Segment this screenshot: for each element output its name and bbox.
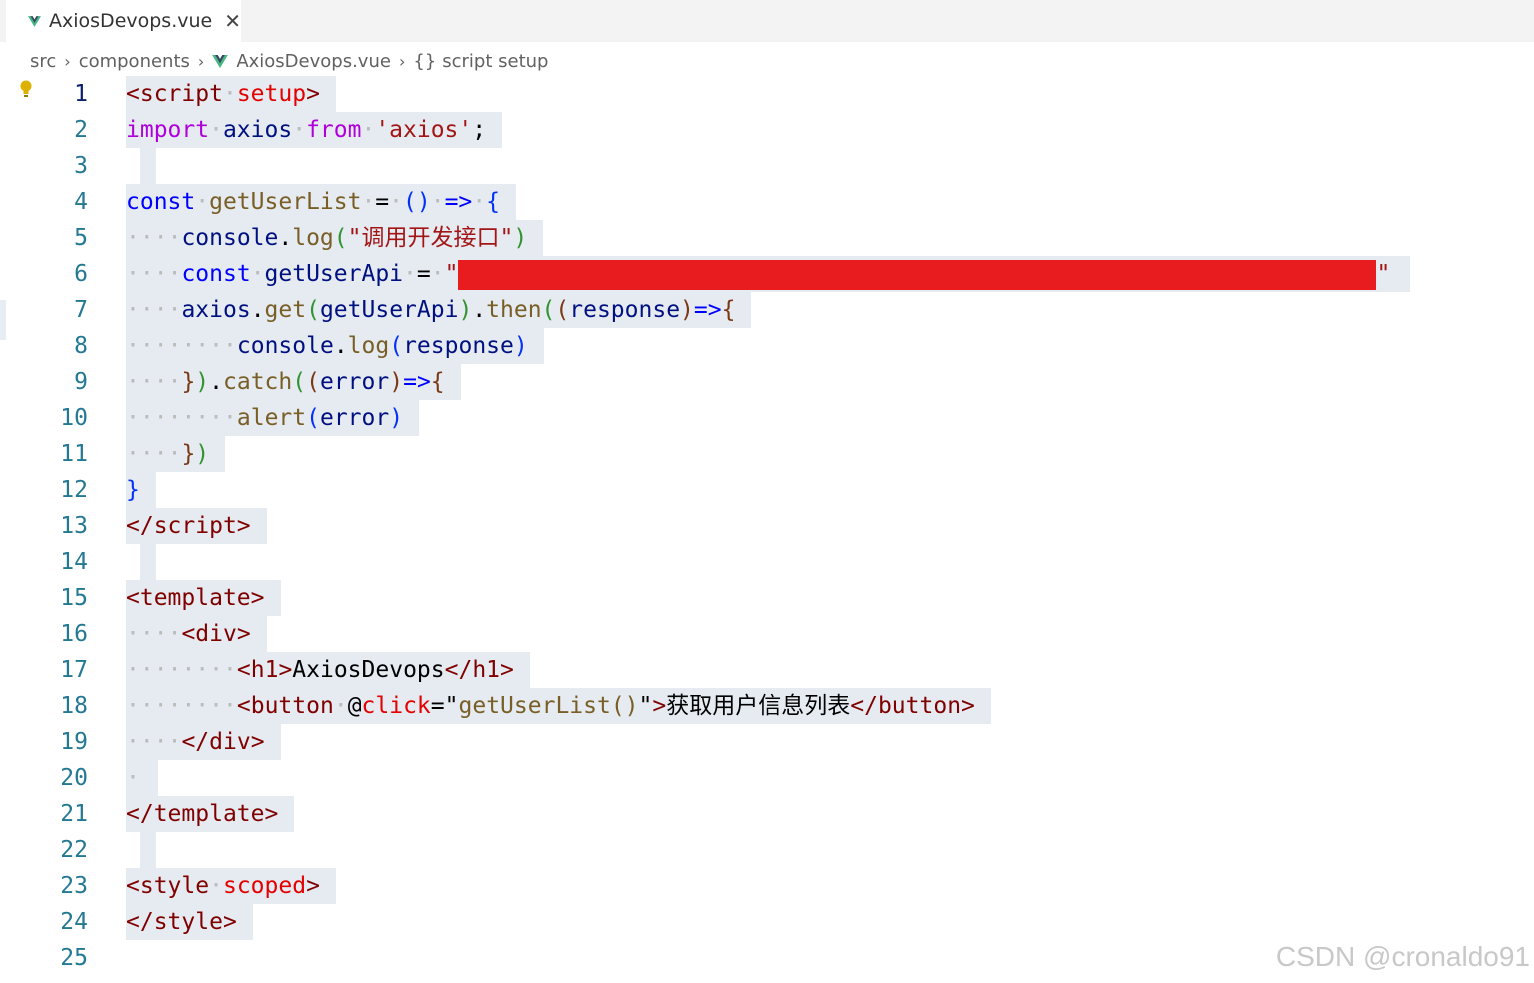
line-number: 6 [74,261,88,287]
code-text[interactable]: <script·setup> [126,76,336,112]
code-line: 1 <script·setup> [0,76,1534,112]
editor-tab-bar: AxiosDevops.vue ✕ [0,0,1534,42]
code-line: 15 <template> [0,580,1534,616]
code-text[interactable]: ········alert(error) [126,400,420,436]
line-number: 8 [74,333,88,359]
code-text[interactable]: import·axios·from·'axios'; [126,112,503,148]
code-text[interactable]: ····}) [126,436,226,472]
code-text[interactable]: <template> [126,580,281,616]
line-number: 3 [74,153,88,179]
code-line: 17 ········<h1>AxiosDevops</h1> [0,652,1534,688]
line-number: 20 [60,765,88,791]
code-line: 22 [0,832,1534,868]
line-number: 18 [60,693,88,719]
code-text[interactable]: const·getUserList·=·()·=>·{ [126,184,516,220]
line-number: 11 [60,441,88,467]
line-number: 17 [60,657,88,683]
code-line: 23 <style·scoped> [0,868,1534,904]
code-editor[interactable]: 1 <script·setup> 2 import·axios·from·'ax… [0,76,1534,983]
code-line: 4 const·getUserList·=·()·=>·{ [0,184,1534,220]
code-text[interactable] [140,832,156,868]
line-number: 5 [74,225,88,251]
code-text[interactable]: } [126,472,156,508]
code-line: 14 [0,544,1534,580]
braces-icon: {} [413,50,437,72]
line-number: 14 [60,549,88,575]
code-text[interactable] [140,148,156,184]
code-text[interactable]: </script> [126,508,267,544]
code-line: 10 ········alert(error) [0,400,1534,436]
line-number: 23 [60,873,88,899]
code-text[interactable]: ····<div> [126,616,267,652]
line-number: 4 [74,189,88,215]
line-number: 22 [60,837,88,863]
code-text[interactable]: ········<h1>AxiosDevops</h1> [126,652,530,688]
code-text[interactable]: ····</div> [126,724,281,760]
code-line: 2 import·axios·from·'axios'; [0,112,1534,148]
watermark: CSDN @cronaldo91 [1275,941,1530,972]
code-line: 20 · [0,760,1534,796]
code-line: 19 ····</div> [0,724,1534,760]
line-number: 13 [60,513,88,539]
line-number: 1 [74,81,88,107]
breadcrumb-src[interactable]: src [30,51,56,72]
code-line: 7 ····axios.get(getUserApi).then((respon… [0,292,1534,328]
code-line: 3 [0,148,1534,184]
code-line: 12 } [0,472,1534,508]
code-text[interactable]: ····console.log("调用开发接口") [126,220,544,256]
breadcrumb: src › components › AxiosDevops.vue › {} … [30,46,548,76]
line-number: 24 [60,909,88,935]
chevron-right-icon: › [398,51,406,71]
code-line: 11 ····}) [0,436,1534,472]
code-line: 5 ····console.log("调用开发接口") [0,220,1534,256]
line-number: 9 [74,369,88,395]
code-text[interactable]: · [126,760,158,796]
line-number: 12 [60,477,88,503]
tab-filename: AxiosDevops.vue [49,10,213,32]
line-number: 16 [60,621,88,647]
line-number: 25 [60,945,88,971]
code-line: 18 ········<button·@click="getUserList()… [0,688,1534,724]
chevron-right-icon: › [197,51,205,71]
code-text[interactable]: ········<button·@click="getUserList()">获… [126,688,991,724]
code-text[interactable]: </template> [126,796,295,832]
close-icon[interactable]: ✕ [224,9,241,33]
redacted-url [458,259,1377,290]
vue-logo-icon [28,15,42,27]
code-line: 16 ····<div> [0,616,1534,652]
editor-tab-axiosdevops[interactable]: AxiosDevops.vue ✕ [6,0,241,42]
line-number: 7 [74,297,88,323]
line-number: 15 [60,585,88,611]
line-number: 21 [60,801,88,827]
code-line: 13 </script> [0,508,1534,544]
line-number: 2 [74,117,88,143]
breadcrumb-components[interactable]: components [79,51,190,72]
breadcrumb-symbol[interactable]: script setup [442,51,548,72]
chevron-right-icon: › [64,51,71,71]
code-text[interactable]: ········console.log(response) [126,328,544,364]
code-line: 21 </template> [0,796,1534,832]
code-text[interactable] [140,544,156,580]
code-text[interactable]: </style> [126,904,253,940]
line-number: 10 [60,405,88,431]
code-line: 9 ····}).catch((error)=>{ [0,364,1534,400]
code-text[interactable]: <style·scoped> [126,868,336,904]
code-line: 6 ····const·getUserApi·=·" " [0,256,1534,292]
vue-logo-icon [212,54,229,68]
code-text[interactable]: ····axios.get(getUserApi).then((response… [126,292,752,328]
code-text[interactable]: ····}).catch((error)=>{ [126,364,461,400]
code-text[interactable]: ····const·getUserApi·=·" " [126,256,1411,292]
code-line: 24 </style> [0,904,1534,940]
breadcrumb-file[interactable]: AxiosDevops.vue [236,51,391,72]
code-line: 8 ········console.log(response) [0,328,1534,364]
line-number: 19 [60,729,88,755]
